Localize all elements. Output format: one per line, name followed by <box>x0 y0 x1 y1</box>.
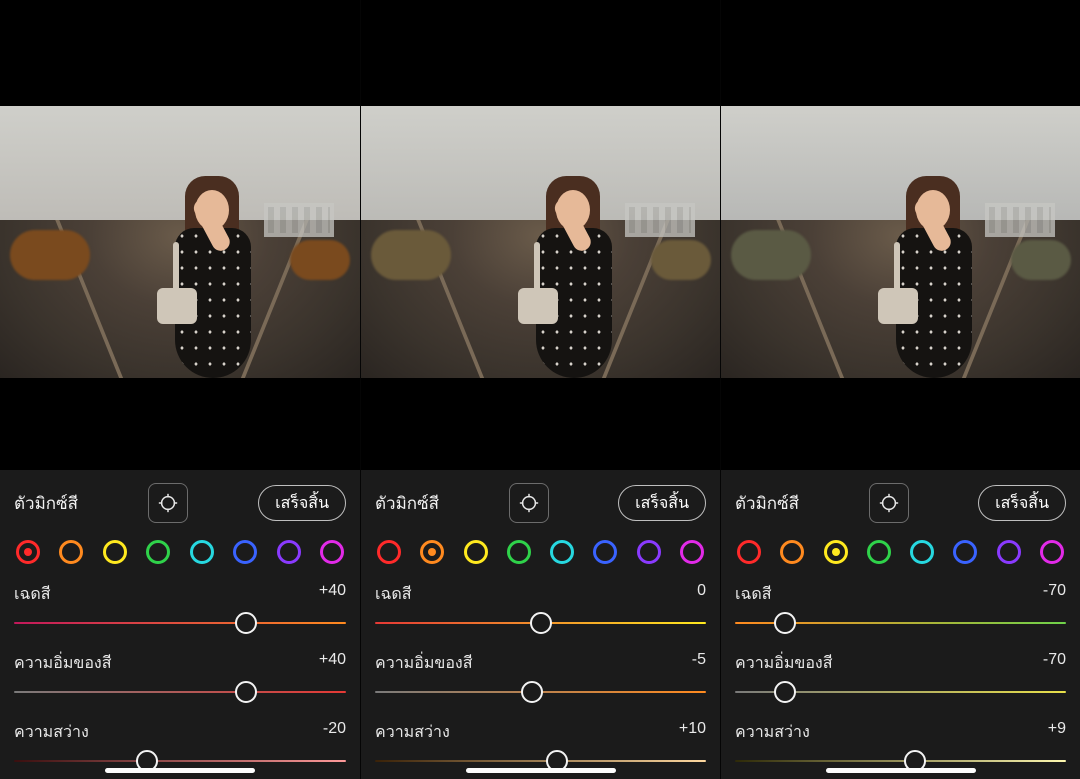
color-swatch[interactable] <box>507 540 531 564</box>
color-swatch-row <box>16 540 344 564</box>
color-swatch[interactable] <box>637 540 661 564</box>
photo-preview[interactable] <box>0 106 360 378</box>
luminance-slider: ความสว่าง -20 <box>14 720 346 769</box>
slider-knob[interactable] <box>774 612 796 634</box>
controls-area: ตัวมิกซ์สี เสร็จสิ้น เฉดสี 0 ความอิ่มของ… <box>361 470 720 779</box>
slider-value: +10 <box>679 720 706 745</box>
luminance-slider: ความสว่าง +10 <box>375 720 706 769</box>
color-swatch[interactable] <box>953 540 977 564</box>
color-swatch[interactable] <box>464 540 488 564</box>
slider-knob[interactable] <box>235 681 257 703</box>
color-swatch[interactable] <box>233 540 257 564</box>
editor-panel: ตัวมิกซ์สี เสร็จสิ้น เฉดสี 0 ความอิ่มของ… <box>360 0 720 779</box>
slider-track[interactable] <box>14 684 346 700</box>
home-indicator[interactable] <box>466 768 616 773</box>
saturation-slider: ความอิ่มของสี +40 <box>14 651 346 700</box>
home-indicator[interactable] <box>826 768 976 773</box>
slider-track[interactable] <box>735 684 1066 700</box>
hue-slider: เฉดสี -70 <box>735 582 1066 631</box>
crosshair-icon <box>518 492 540 514</box>
done-button[interactable]: เสร็จสิ้น <box>978 485 1066 521</box>
done-button[interactable]: เสร็จสิ้น <box>618 485 706 521</box>
slider-track[interactable] <box>14 753 346 769</box>
editor-panel: ตัวมิกซ์สี เสร็จสิ้น เฉดสี -70 ความอิ่มข… <box>720 0 1080 779</box>
color-swatch[interactable] <box>910 540 934 564</box>
saturation-slider: ความอิ่มของสี -5 <box>375 651 706 700</box>
color-swatch[interactable] <box>146 540 170 564</box>
slider-knob[interactable] <box>530 612 552 634</box>
slider-knob[interactable] <box>521 681 543 703</box>
color-swatch[interactable] <box>420 540 444 564</box>
targeted-adjustment-button[interactable] <box>148 483 188 523</box>
color-swatch[interactable] <box>277 540 301 564</box>
done-button[interactable]: เสร็จสิ้น <box>258 485 346 521</box>
section-title: ตัวมิกซ์สี <box>735 490 799 517</box>
editor-panel: ตัวมิกซ์สี เสร็จสิ้น เฉดสี +40 ความอิ่มข… <box>0 0 360 779</box>
color-swatch[interactable] <box>377 540 401 564</box>
color-swatch[interactable] <box>867 540 891 564</box>
slider-value: +40 <box>319 582 346 607</box>
color-swatch[interactable] <box>780 540 804 564</box>
section-title: ตัวมิกซ์สี <box>14 490 78 517</box>
slider-label: เฉดสี <box>14 582 51 607</box>
slider-track[interactable] <box>375 684 706 700</box>
slider-track[interactable] <box>735 615 1066 631</box>
slider-value: -20 <box>323 720 346 745</box>
slider-label: ความอิ่มของสี <box>375 651 473 676</box>
color-swatch[interactable] <box>103 540 127 564</box>
controls-area: ตัวมิกซ์สี เสร็จสิ้น เฉดสี -70 ความอิ่มข… <box>721 470 1080 779</box>
photo-preview[interactable] <box>721 106 1080 378</box>
controls-area: ตัวมิกซ์สี เสร็จสิ้น เฉดสี +40 ความอิ่มข… <box>0 470 360 779</box>
slider-label: ความสว่าง <box>735 720 810 745</box>
color-swatch[interactable] <box>997 540 1021 564</box>
slider-value: +9 <box>1048 720 1066 745</box>
color-swatch[interactable] <box>593 540 617 564</box>
color-swatch[interactable] <box>59 540 83 564</box>
hue-slider: เฉดสี 0 <box>375 582 706 631</box>
slider-value: -70 <box>1043 582 1066 607</box>
color-swatch[interactable] <box>680 540 704 564</box>
slider-value: +40 <box>319 651 346 676</box>
color-swatch[interactable] <box>550 540 574 564</box>
slider-label: เฉดสี <box>735 582 772 607</box>
home-indicator[interactable] <box>105 768 255 773</box>
slider-track[interactable] <box>735 753 1066 769</box>
slider-label: ความสว่าง <box>375 720 450 745</box>
color-swatch[interactable] <box>1040 540 1064 564</box>
color-swatch[interactable] <box>320 540 344 564</box>
targeted-adjustment-button[interactable] <box>509 483 549 523</box>
slider-track[interactable] <box>375 615 706 631</box>
slider-label: ความสว่าง <box>14 720 89 745</box>
slider-label: ความอิ่มของสี <box>14 651 112 676</box>
photo-preview[interactable] <box>361 106 721 378</box>
panels-container: ตัวมิกซ์สี เสร็จสิ้น เฉดสี +40 ความอิ่มข… <box>0 0 1080 779</box>
color-swatch[interactable] <box>190 540 214 564</box>
hue-slider: เฉดสี +40 <box>14 582 346 631</box>
slider-value: -5 <box>692 651 706 676</box>
slider-value: 0 <box>697 582 706 607</box>
section-title: ตัวมิกซ์สี <box>375 490 439 517</box>
color-swatch[interactable] <box>737 540 761 564</box>
crosshair-icon <box>157 492 179 514</box>
crosshair-icon <box>878 492 900 514</box>
slider-knob[interactable] <box>774 681 796 703</box>
slider-track[interactable] <box>14 615 346 631</box>
targeted-adjustment-button[interactable] <box>869 483 909 523</box>
color-swatch[interactable] <box>824 540 848 564</box>
color-swatch-row <box>737 540 1064 564</box>
luminance-slider: ความสว่าง +9 <box>735 720 1066 769</box>
color-swatch[interactable] <box>16 540 40 564</box>
saturation-slider: ความอิ่มของสี -70 <box>735 651 1066 700</box>
color-swatch-row <box>377 540 704 564</box>
slider-label: ความอิ่มของสี <box>735 651 833 676</box>
slider-value: -70 <box>1043 651 1066 676</box>
slider-label: เฉดสี <box>375 582 412 607</box>
slider-track[interactable] <box>375 753 706 769</box>
slider-knob[interactable] <box>235 612 257 634</box>
